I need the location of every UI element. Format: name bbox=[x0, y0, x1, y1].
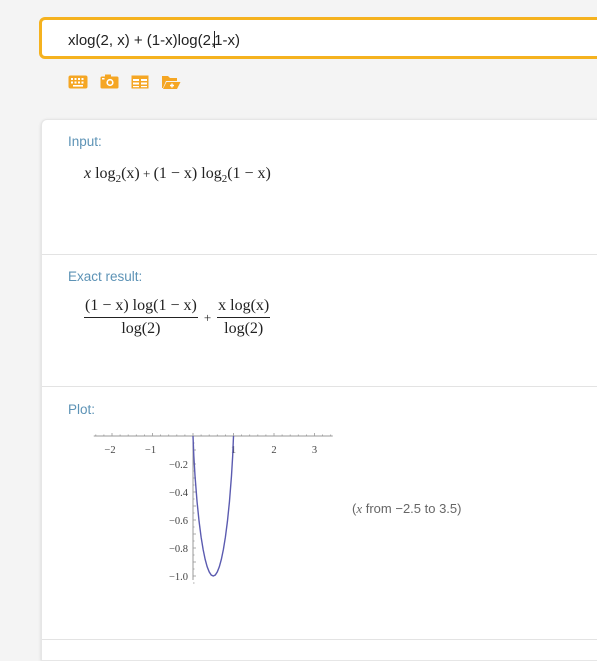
x-tick-label: 2 bbox=[271, 445, 276, 456]
query-text[interactable]: xlog(2, x) + (1-x)log(2,1-x) bbox=[68, 31, 240, 49]
keyboard-icon[interactable] bbox=[68, 73, 88, 90]
table-icon[interactable] bbox=[130, 73, 150, 90]
x-tick-label: 3 bbox=[312, 445, 317, 456]
y-tick-label: −0.4 bbox=[169, 488, 189, 499]
input-toolbar bbox=[68, 73, 181, 90]
folder-icon[interactable] bbox=[161, 73, 181, 90]
pod-title-plot: Plot: bbox=[68, 402, 96, 417]
fraction-1: (1 − x) log(1 − x) log(2) bbox=[84, 297, 198, 337]
camera-icon[interactable] bbox=[99, 73, 119, 90]
plot-range-caption: (x from −2.5 to 3.5) bbox=[352, 501, 462, 516]
pod-title-exact-result: Exact result: bbox=[68, 269, 143, 284]
fraction-2: x log(x) log(2) bbox=[217, 297, 271, 337]
x-tick-label: −1 bbox=[145, 445, 156, 456]
exact-result-expression: (1 − x) log(1 − x) log(2) + x log(x) log(2) bbox=[84, 297, 271, 337]
x-tick-label: −2 bbox=[104, 445, 115, 456]
function-curve bbox=[192, 435, 235, 577]
input-pod: Input: x log2(x) + (1 − x) log2(1 − x) bbox=[42, 120, 597, 255]
y-tick-label: −1.0 bbox=[169, 572, 188, 583]
y-tick-label: −0.2 bbox=[169, 460, 188, 471]
function-plot[interactable]: −2 −1 1 2 3−0.2−0.4−0.6−0.8−1.0 bbox=[82, 424, 344, 596]
y-tick-label: −0.6 bbox=[169, 516, 188, 527]
pod-title-input: Input: bbox=[68, 134, 102, 149]
query-input[interactable]: xlog(2, x) + (1-x)log(2,1-x) bbox=[39, 17, 597, 59]
y-tick-label: −0.8 bbox=[169, 544, 188, 555]
input-expression: x log2(x) + (1 − x) log2(1 − x) bbox=[84, 165, 271, 186]
results-panel: Input: x log2(x) + (1 − x) log2(1 − x) E… bbox=[41, 119, 597, 661]
